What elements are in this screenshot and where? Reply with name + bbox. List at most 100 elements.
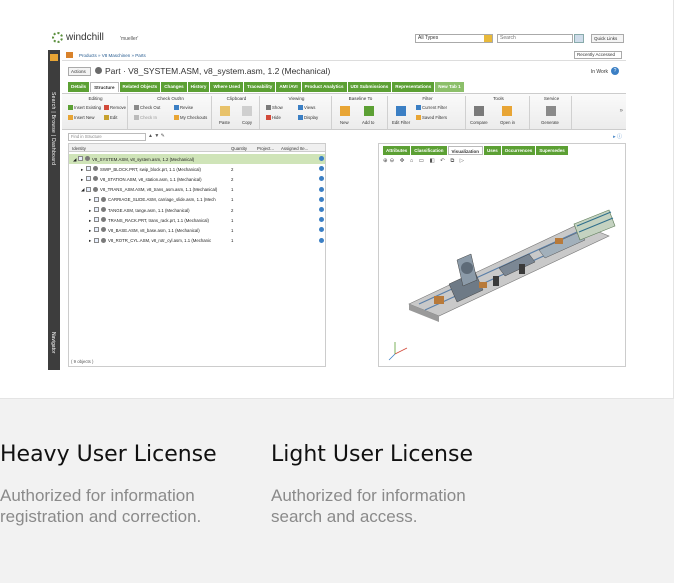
add-to-label[interactable]: Add to (362, 120, 374, 125)
saved-filters-button[interactable]: Saved Filters (416, 115, 447, 120)
expand-toggle-icon[interactable]: ▸ (89, 197, 91, 203)
tab-history[interactable]: History (187, 82, 210, 92)
filter-icon[interactable] (396, 106, 406, 116)
new-baseline-icon[interactable] (340, 106, 350, 116)
row-identity[interactable]: CARRIAGE_SLIDE.ASM, carriage_slide.asm, … (108, 197, 216, 202)
rail-navigator[interactable]: Navigator (50, 332, 56, 353)
new-label[interactable]: New (340, 120, 349, 125)
open-in-label[interactable]: Open in (500, 120, 515, 125)
row-identity[interactable]: V8_BASE.ASM, v8_base.asm, 1.1 (Mechanica… (108, 228, 200, 233)
rail-search-browse-dashboard[interactable]: Search | Browse | Dashboard (50, 92, 56, 165)
add-to-icon[interactable] (364, 106, 374, 116)
info-icon[interactable] (319, 207, 324, 212)
col-identity[interactable]: Identity (72, 146, 86, 151)
info-icon[interactable] (319, 186, 324, 192)
tab-udi-submissions[interactable]: UDI Submissions (347, 82, 392, 92)
insert-new-button[interactable]: Insert New (68, 115, 95, 120)
folder-icon[interactable] (50, 54, 58, 61)
table-row[interactable]: ▸ TRANS_RACK.PRT, trans_rack.prt, 1.1 (Me… (69, 215, 325, 225)
insert-existing-button[interactable]: Insert Existing (68, 105, 101, 110)
show-button[interactable]: Show (266, 105, 283, 110)
compare-icon[interactable] (474, 106, 484, 116)
copy-icon[interactable] (242, 106, 252, 116)
help-icon[interactable]: ? (611, 67, 619, 75)
open-in-icon[interactable] (502, 106, 512, 116)
expand-toggle-icon[interactable]: ◢ (73, 157, 76, 163)
remove-button[interactable]: Remove (104, 105, 126, 110)
compare-label[interactable]: Compare (470, 120, 488, 125)
views-button[interactable]: Views (298, 105, 315, 110)
copy-label[interactable]: Copy (242, 120, 252, 125)
recently-accessed-select[interactable]: Recently Accessed (574, 51, 622, 59)
type-filter-select[interactable]: All Types (415, 34, 493, 43)
generate-label[interactable]: Generate (541, 120, 559, 125)
table-row[interactable]: ◢ V8_TRANS_ASM.ASM, v8_trans_asm.asm, 1.1… (69, 185, 325, 195)
expand-toggle-icon[interactable]: ▸ (89, 208, 91, 214)
tab-where-used[interactable]: Where Used (210, 82, 244, 92)
expand-toggle-icon[interactable]: ▸ (81, 167, 83, 173)
tab-details[interactable]: Details (68, 82, 90, 92)
row-identity[interactable]: V8_STATION.ASM, v8_station.asm, 1.1 (Mec… (100, 177, 202, 182)
viewer-tab-attributes[interactable]: Attributes (383, 146, 411, 155)
viewer-tab-occurrences[interactable]: Occurrences (501, 146, 536, 155)
info-icon[interactable] (319, 237, 324, 243)
row-identity[interactable]: V8_ROTR_CYL.ASM, v8_rotr_cyl.asm, 1.1 (M… (108, 238, 211, 243)
home-icon[interactable] (66, 52, 73, 58)
info-icon[interactable] (319, 156, 324, 161)
table-row[interactable]: ▸ V8_ROTR_CYL.ASM, v8_rotr_cyl.asm, 1.1 (… (69, 236, 325, 246)
expand-toggle-icon[interactable]: ▸ (81, 177, 83, 183)
edit-filter-label[interactable]: Edit Filter (392, 120, 410, 125)
tab-traceability[interactable]: Traceability (244, 82, 276, 92)
col-assigned[interactable]: Assigned Ite... (281, 146, 308, 151)
tab-product-analytics[interactable]: Product Analytics (301, 82, 347, 92)
table-row[interactable]: ▸ CARRIAGE_SLIDE.ASM, carriage_slide.asm,… (69, 195, 325, 205)
table-row[interactable]: ▸ TANGE.ASM, tange.asm, 1.1 (Mechanical) 2 (69, 205, 325, 215)
table-row[interactable]: ▸ V8_BASE.ASM, v8_base.asm, 1.1 (Mechanic… (69, 225, 325, 235)
tab-changes[interactable]: Changes (161, 82, 187, 92)
row-identity[interactable]: SWIP_BLOCK.PRT, swip_block.prt, 1.1 (Mec… (100, 167, 201, 172)
actions-button[interactable]: Actions (68, 67, 91, 76)
tab-ami-avi[interactable]: AMI /AVI (276, 82, 301, 92)
quick-links-button[interactable]: Quick Links (591, 34, 624, 43)
3d-model-view[interactable] (379, 164, 626, 364)
viewer-tab-classification[interactable]: Classification (411, 146, 447, 155)
panel-control-icons[interactable]: ▸ ⓘ (613, 133, 622, 140)
info-icon[interactable] (319, 227, 324, 233)
edit-button[interactable]: Edit (104, 115, 117, 120)
tab-structure[interactable]: Structure (90, 82, 119, 92)
tab-representations[interactable]: Representations (392, 82, 435, 92)
check-out-button[interactable]: Check Out (134, 105, 160, 110)
search-icon[interactable] (574, 34, 584, 43)
row-identity[interactable]: V8_SYSTEM.ASM, v8_system.asm, 1.2 (Mecha… (92, 157, 194, 162)
revise-button[interactable]: Revise (174, 105, 193, 110)
display-button[interactable]: Display (298, 115, 318, 120)
paste-label[interactable]: Paste (219, 120, 230, 125)
my-checkouts-button[interactable]: My Checkouts (174, 115, 207, 120)
col-project[interactable]: Project... (257, 146, 274, 151)
expand-toggle-icon[interactable]: ▸ (89, 238, 91, 244)
tab-related-objects[interactable]: Related Objects (119, 82, 161, 92)
tree-tool-icons[interactable]: ▲ ▼ ✎ (148, 133, 165, 139)
viewer-tab-uses[interactable]: Uses (483, 146, 501, 155)
expand-toggle-icon[interactable]: ▸ (89, 228, 91, 234)
table-row[interactable]: ▸ SWIP_BLOCK.PRT, swip_block.prt, 1.1 (Me… (69, 164, 325, 174)
find-in-structure-input[interactable]: Find in Structure (68, 133, 146, 141)
hide-button[interactable]: Hide (266, 115, 281, 120)
expand-toggle-icon[interactable]: ◢ (81, 187, 84, 193)
breadcrumb[interactable]: Products » V8 Maschinen » Parts (79, 53, 146, 58)
ribbon-more-icon[interactable]: » (620, 108, 623, 114)
table-row[interactable]: ▸ V8_STATION.ASM, v8_station.asm, 1.1 (Me… (69, 174, 325, 184)
generate-icon[interactable] (546, 106, 556, 116)
info-icon[interactable] (319, 196, 324, 202)
paste-icon[interactable] (220, 106, 230, 116)
viewer-tab-supersedes[interactable]: Supersedes (536, 146, 568, 155)
row-identity[interactable]: TRANS_RACK.PRT, trans_rack.prt, 1.1 (Mec… (108, 218, 209, 223)
check-in-button[interactable]: Check In (134, 115, 157, 120)
row-identity[interactable]: TANGE.ASM, tange.asm, 1.1 (Mechanical) (108, 208, 190, 213)
current-filter-button[interactable]: Current Filter (416, 105, 447, 110)
table-row[interactable]: ◢ V8_SYSTEM.ASM, v8_system.asm, 1.2 (Mech… (69, 154, 325, 164)
info-icon[interactable] (319, 217, 324, 223)
row-identity[interactable]: V8_TRANS_ASM.ASM, v8_trans_asm.asm, 1.1 … (100, 187, 217, 192)
col-quantity[interactable]: Quantity (231, 146, 247, 151)
search-input[interactable]: Search (497, 34, 573, 43)
